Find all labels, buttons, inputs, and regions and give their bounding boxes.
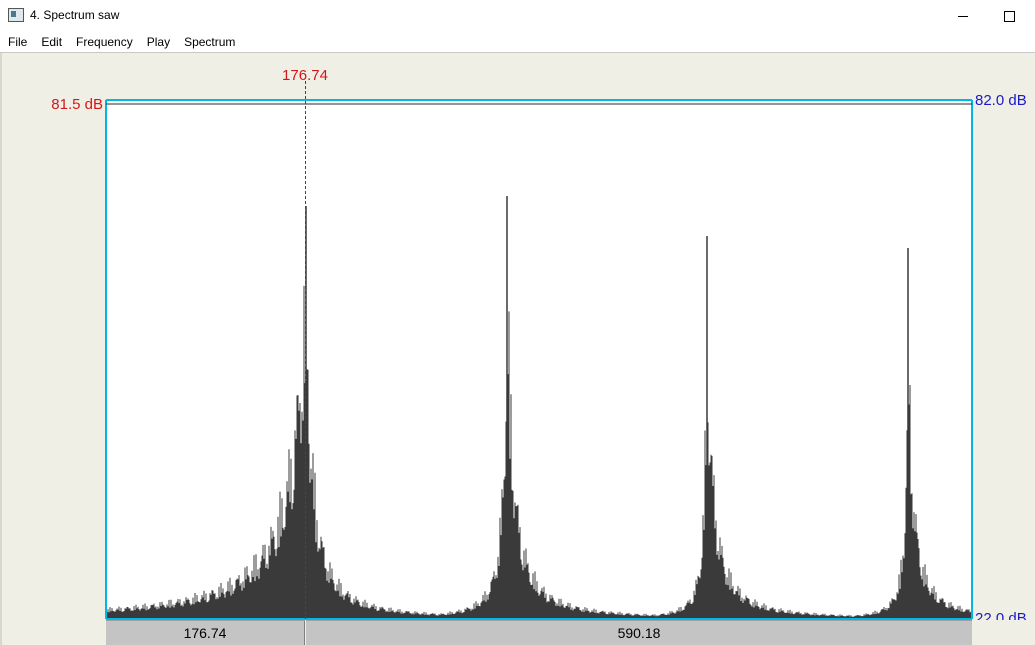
menu-play[interactable]: Play (141, 32, 176, 52)
app-icon (8, 8, 24, 22)
menu-file[interactable]: File (2, 32, 33, 52)
right-bottom-db-label: 22.0 dB (975, 610, 1027, 620)
menu-spectrum[interactable]: Spectrum (178, 32, 241, 52)
minimize-button[interactable] (940, 0, 986, 32)
title-bar[interactable]: 4. Spectrum saw (0, 0, 1035, 33)
spectrum-window: 4. Spectrum saw File Edit Frequency Play… (0, 0, 1035, 645)
maximize-button[interactable] (986, 0, 1032, 32)
menu-frequency[interactable]: Frequency (70, 32, 139, 52)
plot-background (106, 100, 972, 619)
cursor-frequency-label: 176.74 (282, 67, 328, 84)
spectrum-view[interactable]: 176.74 81.5 dB 82.0 dB 22.0 dB (0, 53, 1035, 620)
left-top-db-label: 81.5 dB (51, 96, 103, 113)
menu-edit[interactable]: Edit (35, 32, 68, 52)
menu-bar: File Edit Frequency Play Spectrum (0, 32, 1035, 53)
frequency-left-segment[interactable]: 176.74 (106, 620, 305, 645)
maximize-icon (1003, 10, 1015, 22)
frequency-right-segment[interactable]: 590.18 (306, 620, 972, 645)
minimize-icon (958, 15, 968, 17)
right-top-db-label: 82.0 dB (975, 92, 1027, 109)
window-title: 4. Spectrum saw (30, 8, 120, 22)
